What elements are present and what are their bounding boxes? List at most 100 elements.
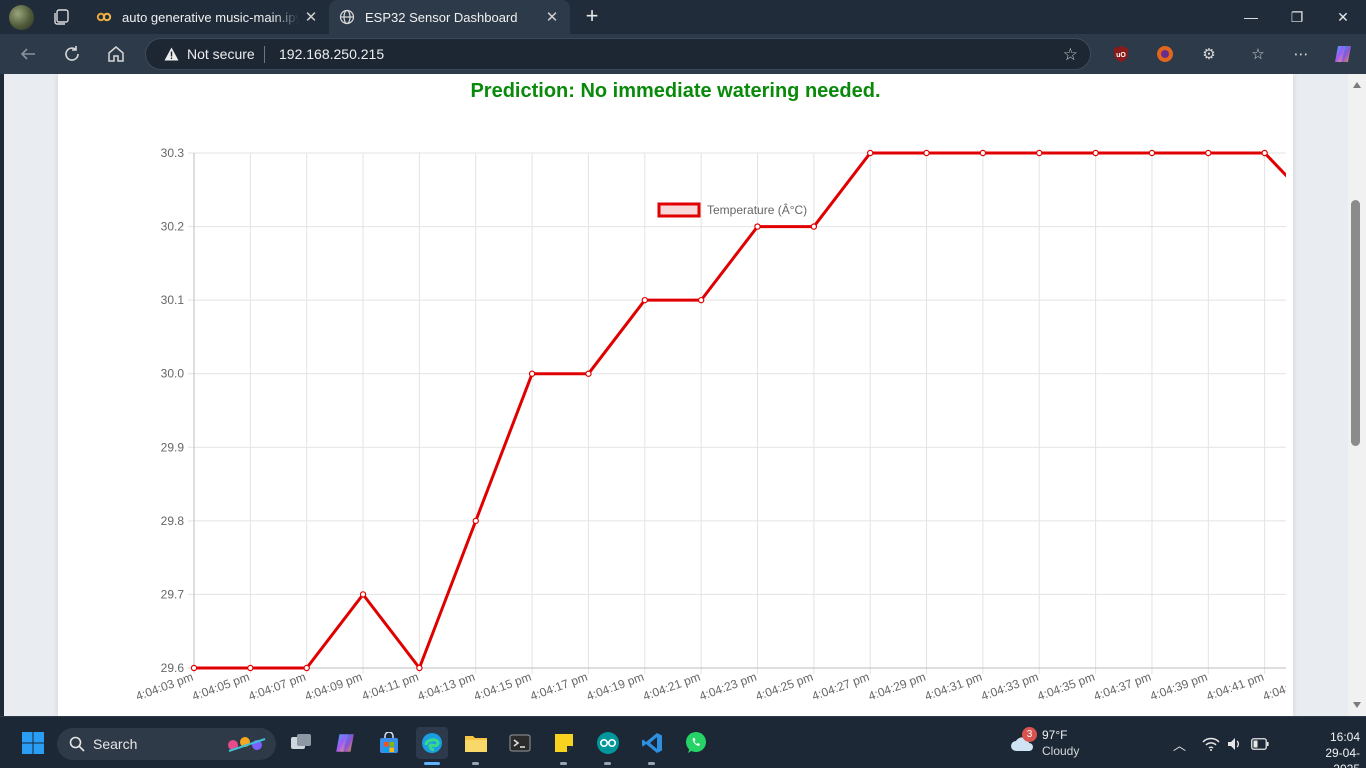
data-point — [754, 223, 761, 230]
y-tick-label: 30.3 — [161, 148, 185, 160]
more-menu-icon[interactable]: ⋯ — [1291, 44, 1311, 64]
whatsapp-icon[interactable] — [680, 727, 712, 759]
favorite-star-icon[interactable]: ☆ — [1063, 45, 1078, 65]
wifi-icon[interactable] — [1202, 737, 1220, 751]
refresh-icon — [65, 46, 79, 61]
warning-icon[interactable] — [164, 47, 179, 61]
data-point — [585, 370, 592, 377]
y-tick-label: 30.1 — [161, 293, 185, 307]
legend-swatch — [657, 202, 701, 218]
scroll-up-arrow-icon[interactable] — [1353, 82, 1361, 88]
data-point — [303, 664, 310, 672]
search-label: Search — [93, 736, 138, 752]
data-point — [697, 296, 705, 304]
edge-browser-icon[interactable] — [416, 727, 448, 765]
microsoft-store-icon[interactable] — [373, 727, 405, 759]
new-tab-button[interactable]: + — [580, 5, 604, 29]
y-tick-label: 30.2 — [161, 220, 185, 234]
x-tick-label: 4:04:25 pm — [754, 670, 815, 704]
x-tick-label: 4:04:21 pm — [641, 670, 702, 704]
vscode-icon[interactable] — [636, 727, 668, 765]
volume-icon[interactable] — [1226, 736, 1242, 752]
file-explorer-icon[interactable] — [460, 727, 492, 765]
taskbar-search[interactable]: Search — [57, 728, 276, 760]
system-clock[interactable]: 16:04 29-04-2025 — [1302, 729, 1360, 768]
data-point — [810, 223, 818, 230]
x-tick-label: 4:04:11 pm — [360, 670, 420, 703]
firefox-extension-icon[interactable] — [1155, 44, 1175, 64]
vertical-scrollbar[interactable] — [1348, 74, 1366, 716]
prediction-text: Prediction: No immediate watering needed… — [470, 80, 881, 102]
search-highlight-icon — [228, 737, 266, 752]
x-tick-label: 4:04:07 pm — [247, 670, 308, 704]
home-icon — [108, 46, 124, 62]
x-tick-label: 4:04:29 pm — [866, 670, 927, 704]
weather-temperature: 97°F — [1042, 728, 1068, 742]
tab-esp32-dashboard[interactable]: ESP32 Sensor Dashboard ✕ — [329, 0, 570, 34]
temperature-line — [194, 151, 1286, 672]
battery-icon[interactable] — [1251, 738, 1269, 750]
colab-icon — [96, 12, 112, 22]
weather-widget[interactable]: 3 97°F Cloudy — [1010, 726, 1120, 760]
scroll-down-arrow-icon[interactable] — [1353, 702, 1361, 708]
minimize-icon[interactable]: — — [1228, 0, 1274, 34]
ublock-extension-icon[interactable]: uO — [1111, 44, 1131, 64]
tab-colab[interactable]: auto generative music-main.ipynb ✕ — [86, 0, 329, 34]
chevron-up-icon[interactable]: ︿ — [1173, 735, 1186, 754]
tab-title: ESP32 Sensor Dashboard — [365, 9, 518, 25]
data-point — [416, 664, 423, 672]
address-bar[interactable]: Not secure 192.168.250.215 ☆ — [145, 38, 1091, 70]
favorites-list-icon[interactable]: ☆ — [1248, 44, 1268, 64]
arduino-ide-icon[interactable] — [592, 727, 624, 765]
x-tick-label: 4:04:39 pm — [1148, 670, 1209, 704]
copilot-app-icon[interactable] — [329, 727, 361, 759]
workspaces-icon[interactable] — [52, 8, 70, 26]
close-window-icon[interactable]: ✕ — [1320, 0, 1366, 34]
page-viewport: Prediction: No immediate watering needed… — [4, 74, 1348, 716]
url-text[interactable]: 192.168.250.215 — [279, 46, 384, 62]
terminal-icon[interactable] — [504, 727, 536, 759]
clock-date: 29-04-2025 — [1325, 746, 1360, 768]
x-tick-label: 4:04:31 pm — [923, 670, 984, 704]
sticky-notes-icon[interactable] — [548, 727, 580, 765]
profile-avatar[interactable] — [9, 5, 34, 30]
start-button[interactable] — [17, 727, 49, 759]
restore-icon[interactable]: ❐ — [1274, 0, 1320, 34]
navigation-bar: Not secure 192.168.250.215 ☆ uO ⚙ ☆ ⋯ — [0, 34, 1366, 74]
temperature-chart: 29.629.729.829.930.030.130.230.34:04:03 … — [134, 148, 1286, 704]
task-view-icon[interactable] — [285, 727, 317, 759]
legend-label: Temperature (Â°C) — [707, 202, 807, 217]
close-tab-icon[interactable]: ✕ — [299, 8, 323, 26]
weather-condition: Cloudy — [1042, 744, 1080, 758]
divider — [264, 46, 265, 63]
tab-title: auto generative music-main.ipynb — [122, 9, 299, 25]
security-label[interactable]: Not secure — [187, 46, 255, 62]
close-tab-icon[interactable]: ✕ — [540, 8, 564, 26]
extensions-puzzle-icon[interactable]: ⚙ — [1199, 44, 1219, 64]
data-point — [472, 517, 479, 525]
data-point — [641, 296, 649, 304]
y-tick-label: 29.8 — [161, 514, 185, 528]
dashboard-card: Prediction: No immediate watering needed… — [58, 74, 1293, 716]
back-button[interactable] — [13, 40, 43, 68]
x-tick-label: 4:04:09 pm — [303, 670, 364, 704]
home-button[interactable] — [101, 40, 131, 68]
clock-time: 16:04 — [1329, 730, 1360, 744]
globe-icon — [339, 9, 355, 25]
data-point — [979, 149, 987, 157]
x-tick-label: 4:04:15 pm — [472, 670, 533, 704]
x-tick-label: 4:04:41 pm — [1204, 670, 1265, 704]
notification-badge: 3 — [1022, 727, 1037, 742]
copilot-icon[interactable] — [1333, 44, 1353, 64]
scrollbar-thumb[interactable] — [1351, 200, 1360, 446]
data-point — [247, 664, 254, 672]
x-tick-label: 4:04:27 pm — [810, 670, 871, 704]
x-tick-label: 4:04:23 pm — [697, 670, 758, 704]
x-tick-label: 4:04:37 pm — [1092, 670, 1153, 704]
data-point — [923, 149, 930, 157]
data-point — [190, 664, 198, 672]
search-icon — [69, 736, 85, 752]
data-point — [359, 591, 367, 598]
data-point — [1036, 149, 1043, 157]
refresh-button[interactable] — [57, 40, 87, 68]
